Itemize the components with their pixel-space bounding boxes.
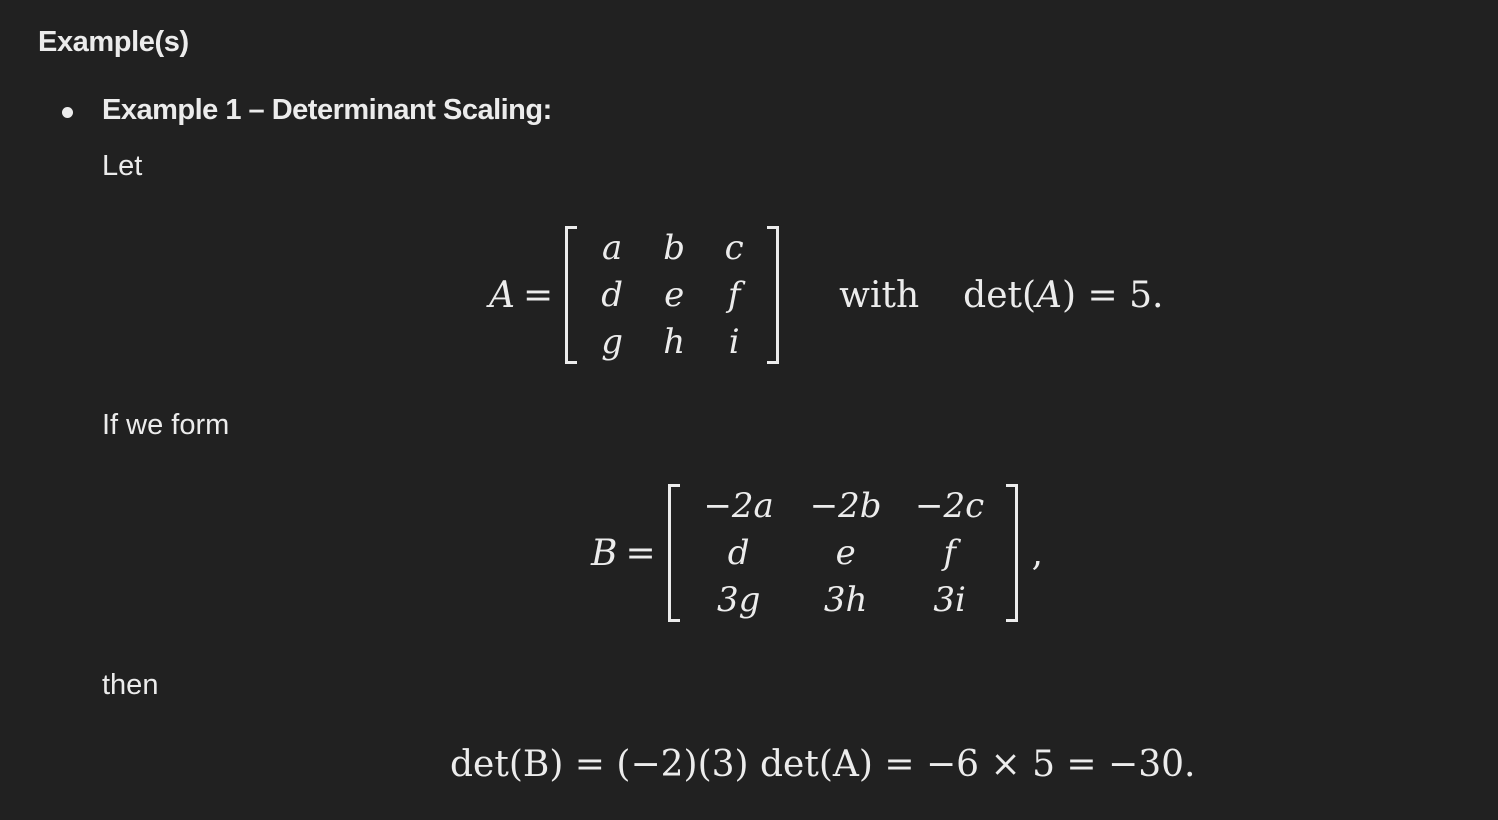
matrix-b-equals: = [625,532,656,574]
prose-let: Let [102,150,143,182]
matrix-a-cell: f [727,274,741,315]
matrix-b-right-bracket [1005,484,1018,622]
det-a-close: ) = 5. [1062,274,1164,316]
matrix-a-right-bracket [767,226,780,364]
matrix-a-cell: g [601,321,624,362]
matrix-b-cell: d [727,532,750,573]
matrix-a-equals: = [523,274,554,316]
matrix-b-comma: , [1031,532,1044,574]
prose-form: If we form [102,409,230,441]
matrix-a-lhs: A [489,274,515,316]
matrix-b-cell: 3g [716,579,761,620]
matrix-a-equation: A = a b c d e f g h i with det( A ) = 5. [489,225,1163,365]
matrix-a-cell: h [663,321,686,362]
matrix-a-grid: a b c d e f g h i [577,226,767,365]
matrix-b-cell: 3i [933,579,966,620]
bullet-dot-icon [62,107,73,118]
bullet-title: Example 1 – Determinant Scaling: [102,94,552,126]
with-text: with [839,274,920,316]
matrix-a-cell: d [601,274,624,315]
final-equation: det(B) = (−2)(3) det(A) = −6 × 5 = −30. [450,744,1196,785]
matrix-a-cell: a [602,227,623,268]
det-a-arg: A [1036,274,1063,316]
matrix-b-cell: −2c [915,485,985,526]
matrix-a-cell: c [724,227,744,268]
matrix-a: a b c d e f g h i [565,225,780,365]
matrix-b: −2a −2b −2c d e f 3g 3h 3i [667,483,1018,623]
matrix-a-left-bracket [565,226,578,364]
matrix-b-cell: 3h [823,579,868,620]
matrix-a-cell: i [728,321,740,362]
matrix-b-cell: −2a [703,485,774,526]
matrix-b-cell: e [835,532,856,573]
matrix-a-cell: b [663,227,686,268]
matrix-a-cell: e [664,274,685,315]
matrix-b-grid: −2a −2b −2c d e f 3g 3h 3i [680,484,1006,623]
matrix-b-left-bracket [667,484,680,622]
matrix-b-lhs: B [591,532,618,574]
matrix-b-cell: f [943,532,956,573]
section-heading: Example(s) [38,26,189,58]
matrix-b-equation: B = −2a −2b −2c d e f 3g 3h 3i , [591,483,1043,623]
matrix-b-cell: −2b [809,485,882,526]
prose-then: then [102,669,159,701]
det-a-open: det( [963,274,1037,316]
